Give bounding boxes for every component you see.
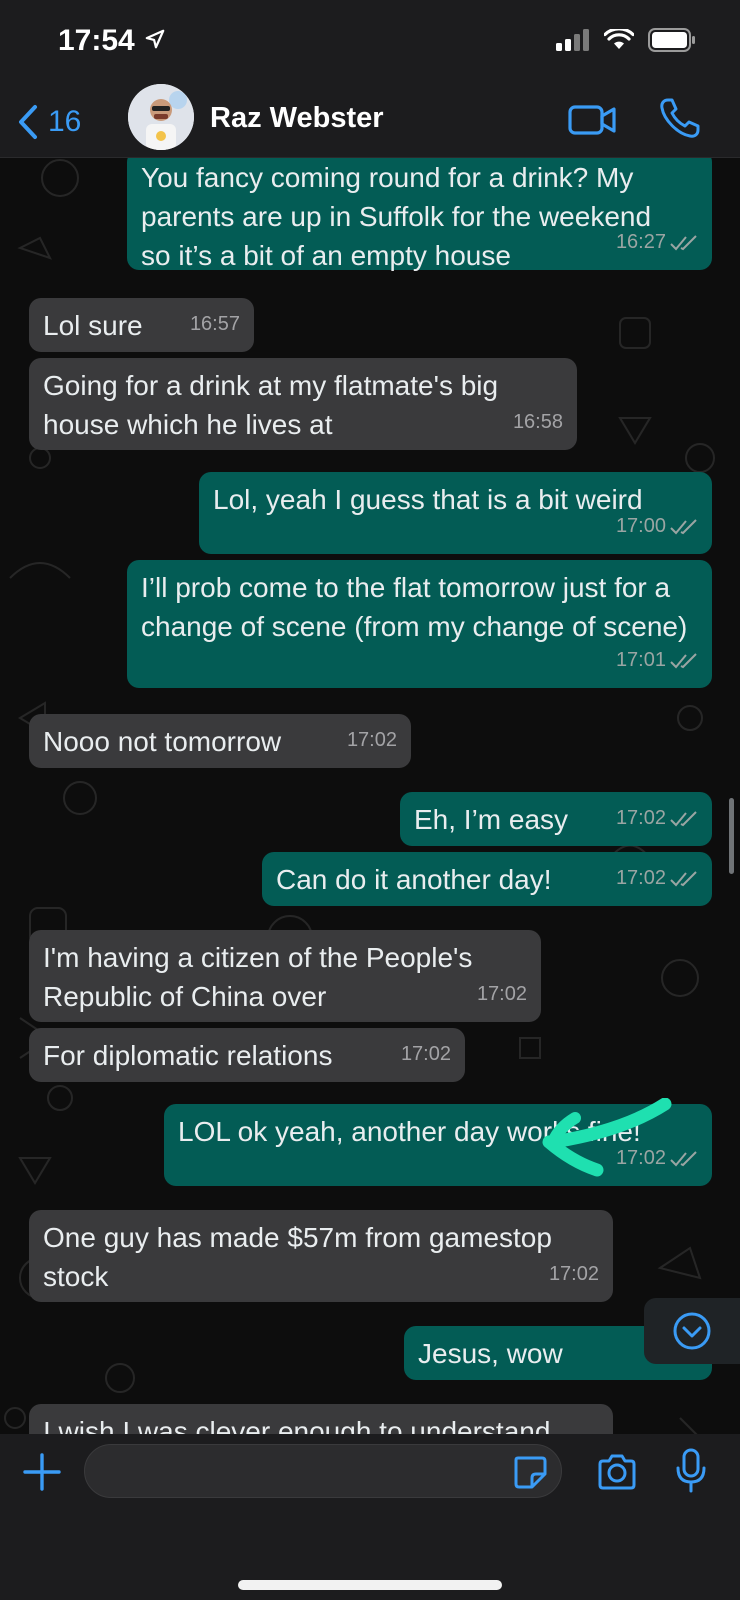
status-time: 17:54 xyxy=(58,24,135,57)
avatar-image xyxy=(128,84,194,150)
chevron-left-icon xyxy=(19,105,37,139)
message-meta: 16:57 xyxy=(190,305,240,344)
message-bubble-outgoing[interactable]: I’ll prob come to the flat tomorrow just… xyxy=(127,560,712,688)
message-text: I'm having a citizen of the People's Rep… xyxy=(43,942,473,1012)
double-check-icon xyxy=(670,810,697,826)
message-input[interactable] xyxy=(84,1444,562,1498)
message-time: 17:02 xyxy=(476,983,527,1005)
message-meta: 17:00 xyxy=(616,507,698,546)
message-time: 17:02 xyxy=(548,1263,599,1285)
message-bubble-outgoing[interactable]: Can do it another day! 17:02 xyxy=(262,852,712,906)
message-time: 17:02 xyxy=(615,867,666,889)
message-meta: 16:58 xyxy=(513,403,563,442)
video-call-icon[interactable] xyxy=(568,100,618,140)
double-check-icon xyxy=(670,234,697,250)
message-bubble-outgoing[interactable]: You fancy coming round for a drink? My p… xyxy=(127,158,712,271)
message-time: 17:01 xyxy=(615,649,666,671)
sticker-icon[interactable] xyxy=(512,1454,548,1490)
camera-icon[interactable] xyxy=(596,1452,638,1492)
message-meta: 17:02 xyxy=(549,1255,599,1294)
message-time: 16:58 xyxy=(512,411,563,433)
annotation-arrow-icon xyxy=(542,1098,672,1177)
chat-area[interactable]: You fancy coming round for a drink? My p… xyxy=(0,158,740,1458)
message-time: 17:02 xyxy=(346,729,397,751)
message-time: 16:27 xyxy=(615,231,666,253)
chat-header: 16 Raz Webster xyxy=(0,84,740,158)
message-meta: 17:02 xyxy=(347,721,397,760)
message-meta: 16:27 xyxy=(616,223,698,262)
message-text: Going for a drink at my flatmate's big h… xyxy=(43,370,499,440)
contact-name[interactable]: Raz Webster xyxy=(210,102,384,135)
message-meta: 17:01 xyxy=(616,641,698,680)
scroll-indicator[interactable] xyxy=(729,798,734,874)
status-icons xyxy=(556,28,696,52)
double-check-icon xyxy=(670,652,697,668)
message-time: 16:57 xyxy=(189,313,240,335)
phone-icon[interactable] xyxy=(658,96,702,140)
message-bubble-outgoing[interactable]: Eh, I’m easy 17:02 xyxy=(400,792,712,846)
message-text: I’ll prob come to the flat tomorrow just… xyxy=(141,572,688,642)
message-time: 17:02 xyxy=(400,1043,451,1065)
chevron-down-circle-icon xyxy=(673,1312,711,1350)
message-bubble-outgoing[interactable]: Lol, yeah I guess that is a bit weird 17… xyxy=(199,472,712,554)
message-text: Nooo not tomorrow xyxy=(43,726,282,757)
message-text: One guy has made $57m from gamestop stoc… xyxy=(43,1222,552,1292)
wifi-icon xyxy=(604,29,634,49)
avatar[interactable] xyxy=(128,84,194,150)
message-bubble-incoming[interactable]: Going for a drink at my flatmate's big h… xyxy=(29,358,577,450)
back-button[interactable]: 16 xyxy=(18,94,81,150)
message-meta: 17:02 xyxy=(616,859,698,898)
message-bubble-incoming[interactable]: I'm having a citizen of the People's Rep… xyxy=(29,930,541,1022)
composer-bar xyxy=(0,1434,740,1600)
microphone-icon[interactable] xyxy=(676,1448,706,1494)
double-check-icon xyxy=(670,870,697,886)
message-text: For diplomatic relations xyxy=(43,1040,333,1071)
message-time: 17:00 xyxy=(615,515,666,537)
plus-icon[interactable] xyxy=(22,1452,62,1492)
message-text: You fancy coming round for a drink? My p… xyxy=(141,162,652,271)
message-bubble-incoming[interactable]: One guy has made $57m from gamestop stoc… xyxy=(29,1210,613,1302)
home-indicator[interactable] xyxy=(238,1580,502,1590)
unread-count: 16 xyxy=(48,105,82,138)
location-arrow-icon xyxy=(145,29,165,49)
message-bubble-incoming[interactable]: For diplomatic relations 17:02 xyxy=(29,1028,465,1082)
message-meta: 17:02 xyxy=(616,799,698,838)
battery-icon xyxy=(648,28,695,52)
message-meta: 17:02 xyxy=(401,1035,451,1074)
double-check-icon xyxy=(670,518,697,534)
signal-icon xyxy=(556,29,589,51)
status-bar: 17:54 xyxy=(0,0,740,90)
message-meta: 17:02 xyxy=(477,975,527,1014)
message-time: 17:02 xyxy=(615,807,666,829)
message-bubble-incoming[interactable]: Nooo not tomorrow 17:02 xyxy=(29,714,411,768)
scroll-to-bottom-button[interactable] xyxy=(644,1298,740,1364)
message-bubble-incoming[interactable]: Lol sure 16:57 xyxy=(29,298,254,352)
